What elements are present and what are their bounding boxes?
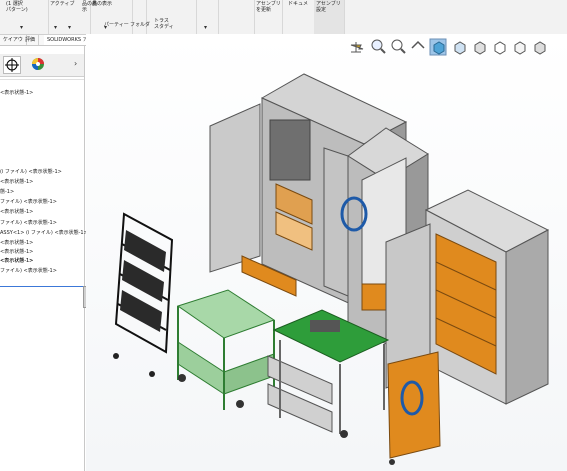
tree-item[interactable]: (i ファイル) <表示状態-1> [0, 169, 62, 175]
tree-item[interactable]: <表示状態-1> [0, 179, 33, 185]
tab-evaluate[interactable]: 評価 [22, 35, 40, 45]
panel-icon-bar: › [0, 54, 84, 77]
assembly-model [113, 73, 550, 465]
ribbon-label: トラス スタディ [154, 18, 174, 30]
chevron-down-icon[interactable]: ▾ [54, 24, 57, 31]
tree-item[interactable]: <表示状態-1> [0, 249, 33, 255]
ribbon-group-study[interactable]: トラス スタディ [146, 0, 197, 34]
divider [0, 79, 84, 80]
divider [0, 286, 84, 287]
tree-item[interactable]: 態-1> [0, 189, 14, 195]
ribbon-label: パーティー [104, 22, 129, 28]
ribbon-label: (1 選択 パターン) [6, 1, 28, 13]
chevron-right-icon[interactable]: › [74, 59, 77, 68]
ribbon-label: 品の表 示 [82, 1, 98, 13]
ribbon-group-empty[interactable]: ▾ [196, 0, 219, 34]
ribbon-group-document[interactable]: ドキュメ [282, 0, 315, 34]
tree-item[interactable]: ファイル) <表示状態-1> [0, 199, 57, 205]
tree-item[interactable]: <表示状態-1> [0, 240, 33, 246]
graphics-viewport[interactable] [86, 34, 567, 471]
tree-item[interactable]: ASSY<1> (i ファイル) <表示状態-1> [0, 230, 88, 236]
chevron-down-icon[interactable]: ▾ [20, 24, 23, 31]
ribbon-group-update[interactable]: アセンブリ を更新 [254, 0, 283, 34]
tree-item[interactable]: <表示状態-1> [0, 258, 33, 264]
chevron-down-icon[interactable]: ▾ [68, 24, 71, 31]
ribbon-group-select-pattern[interactable]: (1 選択 パターン) ▾ [0, 0, 49, 34]
ribbon-label: アクティブ [50, 1, 75, 7]
ribbon-group-blank [218, 0, 255, 34]
ribbon-group-part-display-2[interactable]: 品の表 示 [76, 0, 104, 34]
green-tool-cart [176, 289, 276, 410]
appearance-icon[interactable] [30, 56, 46, 72]
ribbon-group-assembly-settings[interactable]: アセンブリ 設定 [314, 0, 345, 34]
ribbon-label: アセンブリ 設定 [316, 1, 341, 13]
command-ribbon: (1 選択 パターン) ▾ アクティブ ▾ ▾ 品の表示 ▾ 品の表 示 パーテ… [0, 0, 567, 35]
tree-item[interactable]: ファイル) <表示状態-1> [0, 220, 57, 226]
ribbon-label: ドキュメ [288, 1, 309, 7]
wire-display-rack [113, 212, 174, 377]
ribbon-label: アセンブリ を更新 [256, 1, 281, 13]
tree-item[interactable]: <表示状態-1> [0, 209, 33, 215]
feature-manager-panel: › <表示状態-1> (i ファイル) <表示状態-1> <表示状態-1> 態-… [0, 46, 88, 471]
chevron-down-icon[interactable]: ▾ [204, 24, 207, 31]
crosshair-icon[interactable] [3, 56, 21, 74]
pegboard-tool-panel [387, 351, 441, 465]
tree-item[interactable]: ファイル) <表示状態-1> [0, 268, 57, 274]
tree-item[interactable]: <表示状態-1> [0, 90, 33, 96]
